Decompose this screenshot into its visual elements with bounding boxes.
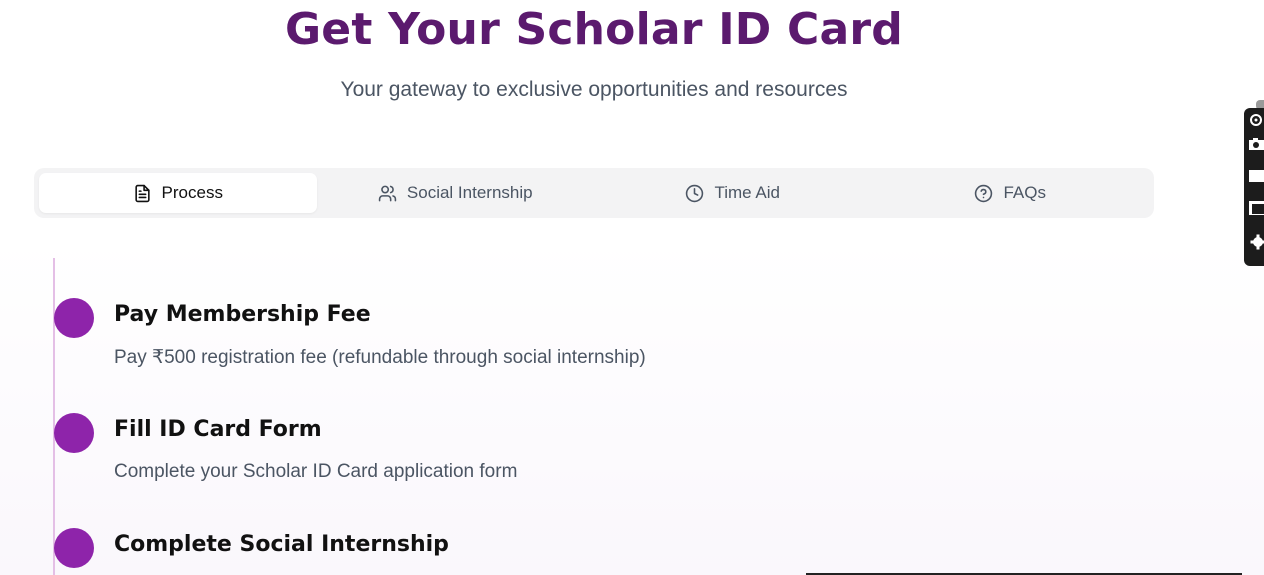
tab-process[interactable]: Process xyxy=(39,173,317,213)
tab-label: FAQs xyxy=(1003,183,1046,202)
timeline-line xyxy=(53,258,55,575)
rectangle-icon[interactable] xyxy=(1248,168,1264,184)
page-subtitle: Your gateway to exclusive opportunities … xyxy=(340,78,848,101)
users-icon xyxy=(378,185,397,201)
tab-label: Social Internship xyxy=(406,183,533,202)
floating-toolbar xyxy=(1244,108,1264,266)
step-title: Complete Social Internship xyxy=(114,532,449,557)
tab-label: Process xyxy=(161,183,223,202)
tab-label: Time Aid xyxy=(714,183,780,202)
step-title: Fill ID Card Form xyxy=(114,417,322,442)
step-marker xyxy=(54,413,94,453)
camera-icon[interactable] xyxy=(1248,136,1264,152)
step-title: Pay Membership Fee xyxy=(114,302,371,327)
help-circle-icon xyxy=(975,184,993,202)
step-description: Pay ₹500 registration fee (refundable th… xyxy=(114,347,646,368)
clock-icon xyxy=(686,184,704,202)
gear-icon[interactable] xyxy=(1248,234,1264,250)
step-description: Complete your Scholar ID Card applicatio… xyxy=(114,461,518,482)
document-icon xyxy=(134,184,150,202)
step-marker xyxy=(54,298,94,338)
page-title: Get Your Scholar ID Card xyxy=(284,4,903,55)
extension-icon[interactable] xyxy=(1248,112,1264,128)
tab-social-internship[interactable]: Social Internship xyxy=(317,173,595,213)
window-icon[interactable] xyxy=(1248,200,1264,216)
tab-faqs[interactable]: FAQs xyxy=(872,173,1150,213)
tab-bar: Process Social Internship Time Aid FAQs xyxy=(34,168,1154,218)
tab-time-aid[interactable]: Time Aid xyxy=(594,173,872,213)
step-marker xyxy=(54,528,94,568)
